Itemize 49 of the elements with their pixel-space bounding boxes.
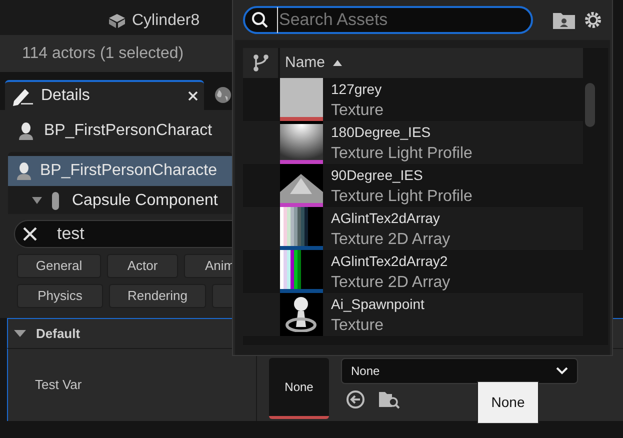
search-field[interactable]: Search Assets [243,6,533,34]
component-row[interactable]: Capsule Component [8,186,232,214]
scrollbar-thumb[interactable] [585,83,595,127]
asset-row[interactable]: 180Degree_IES Texture Light Profile [243,121,583,164]
thumbnail-slot[interactable]: None [269,358,329,419]
pencil-icon [11,86,33,106]
close-icon[interactable] [188,91,198,101]
asset-row[interactable]: 90Degree_IES Texture Light Profile [243,164,583,207]
branch-icon[interactable] [252,54,268,72]
chevron-down-icon [556,367,568,375]
filter-button[interactable]: Actor [107,254,178,278]
person-icon [16,162,32,180]
asset-name: Ai_Spawnpoint [331,294,424,314]
person-icon [18,122,34,140]
search-icon [251,11,269,29]
filter-button[interactable]: Rendering [109,284,206,308]
asset-type: Texture [331,316,384,336]
asset-name: 127grey [331,80,383,99]
asset-type: Texture Light Profile [331,144,472,164]
asset-name: 90Degree_IES [331,166,424,185]
settings-icon[interactable] [583,10,603,30]
asset-type: Texture 2D Array [331,272,450,292]
folder-icon[interactable] [553,11,575,29]
asset-row[interactable]: Ai_Spawnpoint Texture [243,293,583,336]
actor-label[interactable]: Cylinder8 [132,8,200,32]
tooltip: None [477,381,539,424]
clear-icon[interactable] [23,227,37,241]
browse-icon[interactable] [379,390,400,409]
globe-icon[interactable] [214,86,232,104]
details-tab[interactable]: Details [5,80,204,110]
asset-type: Texture Light Profile [331,186,472,206]
asset-type: Texture 2D Array [331,230,450,250]
asset-name: AGlintTex2dArray2 [331,252,449,271]
asset-row[interactable]: AGlintTex2dArray Texture 2D Array [243,207,583,250]
asset-row[interactable]: AGlintTex2dArray2 Texture 2D Array [243,250,583,293]
use-selected-icon[interactable] [346,390,365,409]
caret-icon[interactable] [32,197,42,205]
cube-icon [108,12,126,28]
asset-type: Texture [331,100,384,120]
asset-name: 180Degree_IES [331,122,432,142]
caret-down-icon [14,328,26,338]
property-label: Test Var [35,376,82,394]
actor-name: BP_FirstPersonCharact [44,121,212,141]
asset-row[interactable]: 127grey Texture [243,78,583,121]
filter-button[interactable]: Physics [17,284,103,308]
asset-name: AGlintTex2dArray [331,208,441,228]
asset-dropdown[interactable]: None [341,358,578,384]
filter-button[interactable]: General [17,254,101,278]
component-row[interactable]: BP_FirstPersonCharacte [8,156,232,186]
